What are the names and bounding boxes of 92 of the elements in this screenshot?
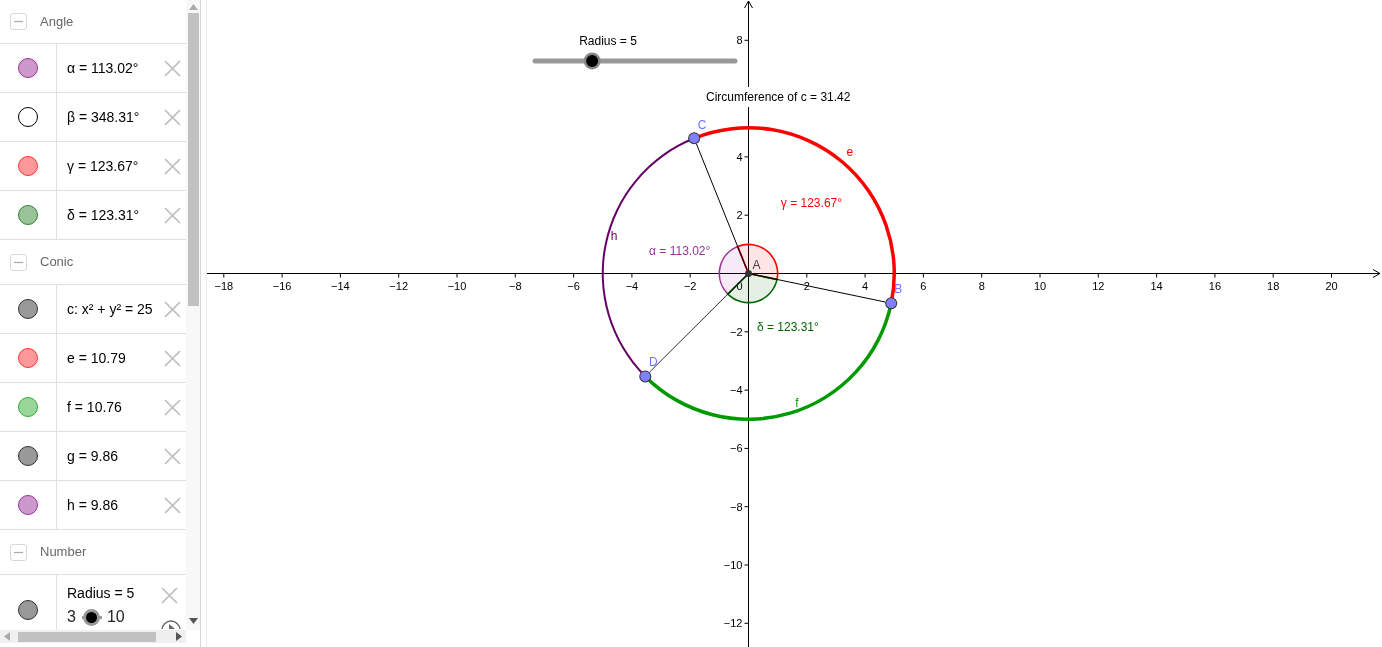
algebra-value[interactable]: β = 348.31° xyxy=(67,106,164,128)
algebra-value[interactable]: δ = 123.31° xyxy=(67,204,164,226)
visibility-toggle[interactable] xyxy=(18,348,38,368)
axis-tick-label: 8 xyxy=(978,279,985,292)
axis-tick-label: 4 xyxy=(862,279,869,292)
scroll-up-icon[interactable] xyxy=(188,4,198,10)
visibility-toggle[interactable] xyxy=(18,107,38,127)
axis-tick-label: −16 xyxy=(272,279,292,292)
close-icon[interactable] xyxy=(164,59,181,77)
scroll-left-icon[interactable] xyxy=(4,632,10,641)
axis-tick-label: −12 xyxy=(723,617,743,630)
visibility-toggle[interactable] xyxy=(18,446,38,466)
axis-tick-label: −10 xyxy=(447,279,467,292)
visibility-toggle[interactable] xyxy=(18,205,38,225)
axis-tick-label: −4 xyxy=(625,279,639,292)
algebra-value[interactable]: γ = 123.67° xyxy=(67,155,164,177)
group-title: Number xyxy=(40,543,87,562)
axis-tick-label: 2 xyxy=(736,209,743,222)
axis-tick-label: −18 xyxy=(214,279,234,292)
angle-label: δ = 123.31° xyxy=(756,320,819,335)
close-icon[interactable] xyxy=(164,157,181,175)
point-label: A xyxy=(752,257,761,272)
axis-tick-label: 6 xyxy=(920,279,927,292)
close-icon[interactable] xyxy=(164,398,181,416)
close-icon[interactable] xyxy=(164,447,181,465)
circumference-label: Circumference of c = 31.42 xyxy=(706,90,851,104)
group-title: Angle xyxy=(40,12,74,31)
visibility-toggle[interactable] xyxy=(18,495,38,515)
close-icon[interactable] xyxy=(164,496,181,514)
axis-tick-label: −4 xyxy=(729,384,743,397)
close-icon[interactable] xyxy=(164,349,181,367)
slider-min-label: 3 xyxy=(67,608,76,626)
axis-tick-label: −14 xyxy=(331,279,350,292)
visibility-toggle[interactable] xyxy=(18,156,38,176)
axis-tick-label: −2 xyxy=(729,325,743,338)
scrollbar-thumb[interactable] xyxy=(18,631,156,642)
close-icon[interactable] xyxy=(164,300,181,318)
algebra-value[interactable]: Radius = 5 xyxy=(67,583,161,604)
axis-tick-label: −6 xyxy=(729,442,743,455)
play-icon[interactable] xyxy=(161,619,181,629)
angle-label: α = 113.02° xyxy=(649,244,711,259)
collapse-toggle[interactable] xyxy=(10,13,27,30)
axis-tick-label: −8 xyxy=(729,500,743,513)
algebra-value[interactable]: f = 10.76 xyxy=(67,396,164,418)
point-label: D xyxy=(648,355,658,370)
algebra-value[interactable]: c: x² + y² = 25 xyxy=(67,298,164,320)
point-marker[interactable] xyxy=(745,270,752,277)
axis-tick-label: 14 xyxy=(1150,279,1163,292)
slider-max-label: 10 xyxy=(106,608,125,626)
visibility-toggle[interactable] xyxy=(18,299,38,319)
axis-tick-label: 20 xyxy=(1325,279,1338,292)
axis-tick-label: −6 xyxy=(567,279,580,292)
axis-tick-label: 12 xyxy=(1092,279,1105,292)
point-label: C xyxy=(697,118,707,133)
vertical-scrollbar[interactable] xyxy=(186,0,200,630)
algebra-value[interactable]: α = 113.02° xyxy=(67,57,164,79)
algebra-value[interactable]: h = 9.86 xyxy=(67,494,164,516)
visibility-toggle[interactable] xyxy=(18,397,38,417)
scrollbar-thumb[interactable] xyxy=(188,13,199,306)
collapse-toggle[interactable] xyxy=(10,543,27,561)
visibility-toggle[interactable] xyxy=(18,599,38,620)
close-icon[interactable] xyxy=(164,206,181,224)
slider-track[interactable] xyxy=(532,52,738,70)
collapse-toggle[interactable] xyxy=(10,253,27,271)
axis-tick-label: 8 xyxy=(736,34,743,47)
axis-tick-label: 4 xyxy=(736,150,743,163)
axis-tick-label: 18 xyxy=(1267,279,1280,292)
point-marker[interactable] xyxy=(885,297,898,310)
axis-tick-label: 10 xyxy=(1033,279,1047,292)
angle-label: γ = 123.67° xyxy=(780,195,843,210)
point-label: B xyxy=(894,282,903,297)
scroll-down-icon[interactable] xyxy=(188,618,198,624)
axis-tick-label: −8 xyxy=(509,279,522,292)
axis-tick-label: −10 xyxy=(723,559,743,571)
horizontal-scrollbar[interactable] xyxy=(0,630,186,643)
close-icon[interactable] xyxy=(164,108,181,126)
algebra-value[interactable]: e = 10.79 xyxy=(67,347,164,369)
arc-label: h xyxy=(610,228,618,243)
arc-label: f xyxy=(795,395,799,410)
axis-tick-label: −2 xyxy=(683,279,697,292)
axis-tick-label: 16 xyxy=(1208,279,1222,292)
arc-label: e xyxy=(846,144,854,159)
scroll-right-icon[interactable] xyxy=(176,632,182,641)
axis-tick-label: −12 xyxy=(389,279,409,292)
slider-thumb[interactable] xyxy=(583,52,601,70)
visibility-toggle[interactable] xyxy=(18,58,38,78)
close-icon[interactable] xyxy=(161,587,178,604)
group-title: Conic xyxy=(40,253,74,272)
algebra-value[interactable]: g = 9.86 xyxy=(67,445,164,467)
point-marker[interactable] xyxy=(639,370,652,383)
point-marker[interactable] xyxy=(688,132,701,145)
slider-label: Radius = 5 xyxy=(579,34,637,48)
